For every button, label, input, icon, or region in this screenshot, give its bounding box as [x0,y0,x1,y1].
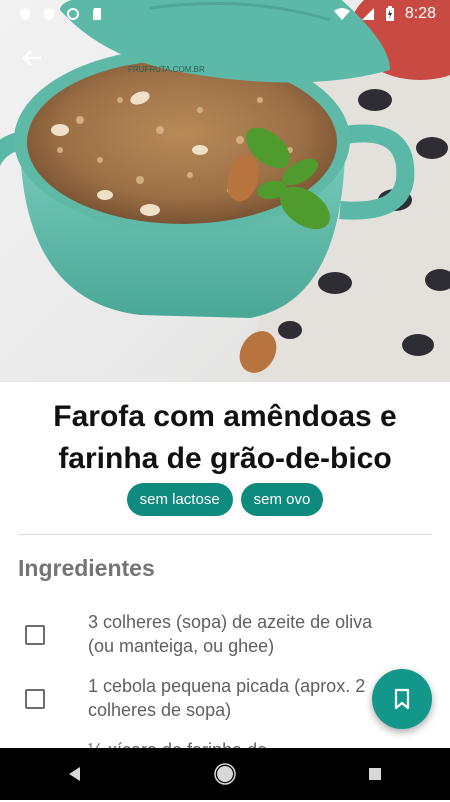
tag-chip-sem-lactose[interactable]: sem lactose [126,483,233,516]
ingredients-heading: Ingredientes [18,555,155,581]
ingredient-text: 3 colheres (sopa) de azeite de oliva (ou… [88,610,430,658]
hero-illustration: FRUFRUTA.COM.BR [0,0,450,382]
recents-square-icon [369,768,381,780]
status-time: 8:28 [404,5,436,22]
recipe-hero-image: FRUFRUTA.COM.BR [0,0,450,382]
ingredient-checkbox[interactable] [25,625,45,645]
home-circle-icon [214,763,236,785]
recipe-title: Farofa com amêndoas e farinha de grão-de… [53,400,397,475]
ingredient-item: 3 colheres (sopa) de azeite de oliva (ou… [0,610,450,674]
nav-back-button[interactable] [55,754,95,794]
bookmark-icon [394,688,410,710]
divider [18,534,432,535]
back-button[interactable] [14,40,50,76]
arrow-back-icon [22,50,41,66]
nav-recents-button[interactable] [355,754,395,794]
status-bar: 8:28 [0,0,450,28]
signal-icon [361,8,374,20]
ingredient-line: 3 colheres (sopa) de azeite de oliva [88,612,373,632]
sync-icon [67,8,79,20]
system-nav-bar [0,748,450,800]
wifi-icon [333,8,350,20]
sd-card-icon [93,8,101,20]
nav-home-button[interactable] [205,754,245,794]
ingredient-line: (ou manteiga, ou ghee) [88,636,275,656]
bookmark-button[interactable] [372,669,432,729]
recipe-tags: sem lactose sem ovo [0,483,450,516]
shield-icon [44,8,54,20]
ingredient-checkbox[interactable] [25,689,45,709]
tag-chip-sem-ovo[interactable]: sem ovo [240,483,324,516]
shield-icon [20,8,30,20]
hero-watermark: FRUFRUTA.COM.BR [128,65,205,74]
back-triangle-icon [69,767,80,781]
battery-charging-icon [385,6,394,21]
